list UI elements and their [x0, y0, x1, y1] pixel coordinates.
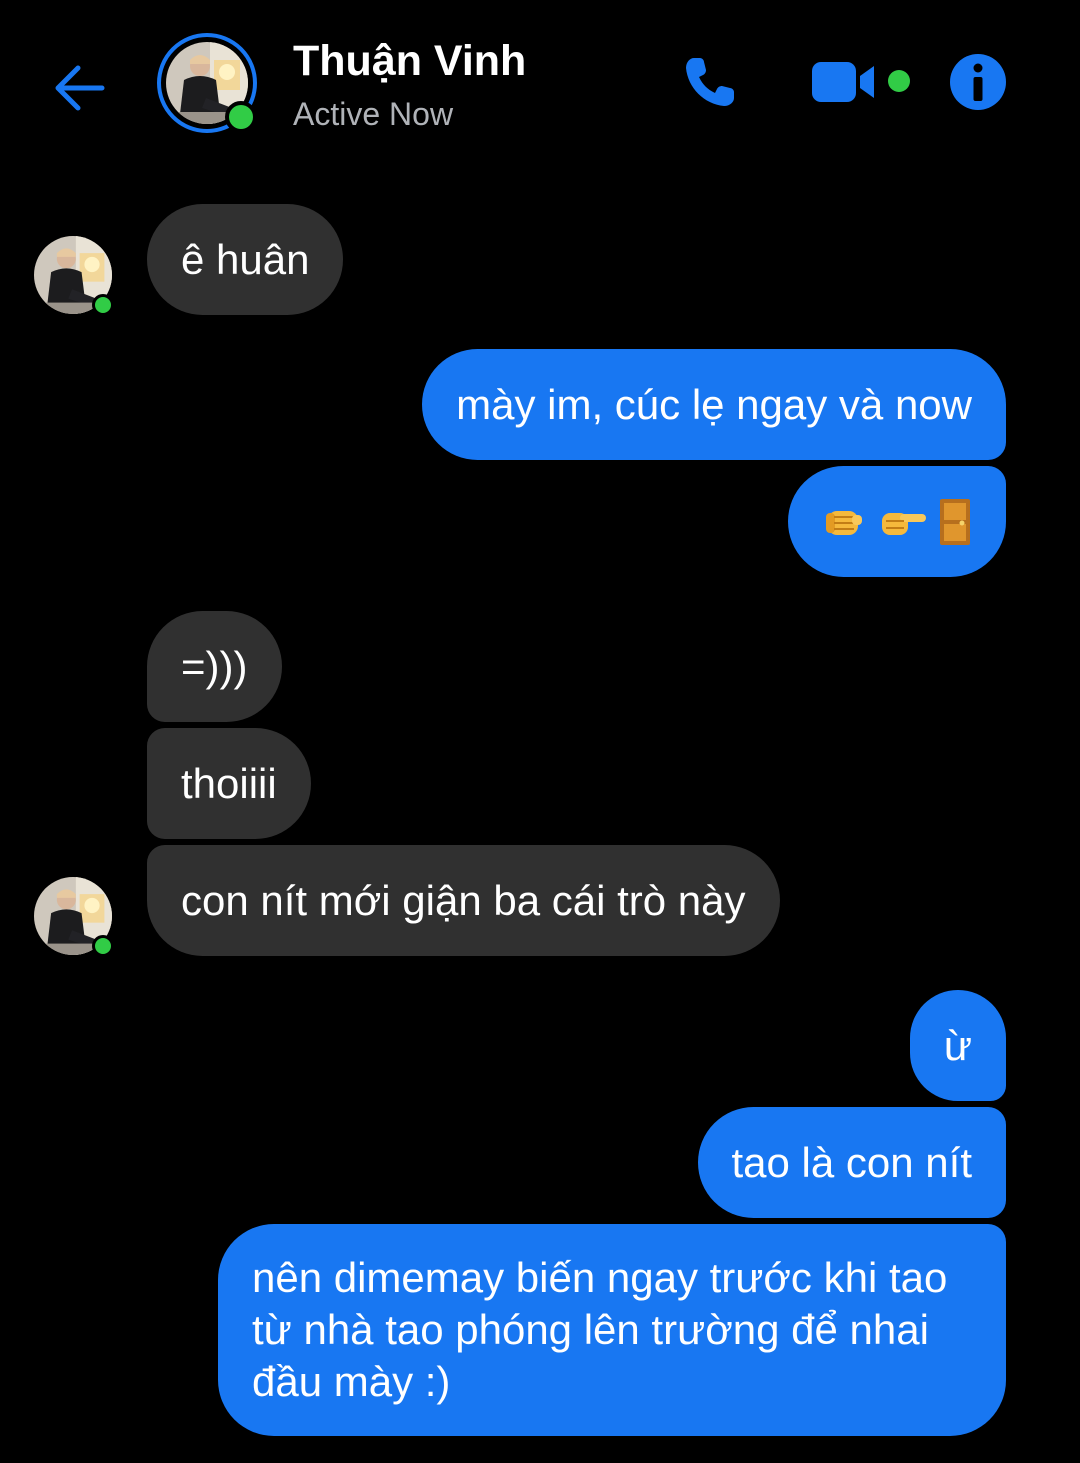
- contact-status: Active Now: [293, 96, 454, 132]
- video-camera-icon: [812, 62, 874, 102]
- online-indicator: [92, 935, 114, 957]
- outgoing-message[interactable]: ừ: [909, 990, 1006, 1101]
- info-icon: [950, 54, 1006, 110]
- door-icon: [940, 498, 970, 545]
- incoming-message[interactable]: ê huân: [147, 204, 344, 315]
- outgoing-message[interactable]: tao là con nít: [697, 1107, 1006, 1218]
- voice-call-button[interactable]: [680, 52, 740, 112]
- incoming-message[interactable]: thoiiii: [147, 728, 311, 839]
- message-avatar[interactable]: [34, 236, 114, 316]
- pointing-right-icon: [882, 512, 926, 535]
- phone-icon: [686, 58, 734, 106]
- online-indicator: [225, 101, 257, 133]
- online-indicator: [92, 294, 114, 316]
- oncoming-fist-icon: [826, 510, 862, 535]
- chat-header: Thuận Vinh Active Now: [0, 0, 1080, 170]
- message-avatar[interactable]: [34, 877, 114, 957]
- outgoing-message[interactable]: nên dimemay biến ngay trước khi tao từ n…: [218, 1224, 1006, 1436]
- incoming-message[interactable]: con nít mới giận ba cái trò này: [147, 845, 780, 956]
- emoji-row: [822, 497, 972, 547]
- info-button[interactable]: [948, 52, 1008, 112]
- video-call-button[interactable]: [810, 58, 880, 106]
- outgoing-message[interactable]: mày im, cúc lẹ ngay và now: [422, 349, 1006, 460]
- contact-avatar[interactable]: [157, 33, 257, 133]
- arrow-left-icon: [55, 65, 105, 111]
- incoming-message[interactable]: =))): [147, 611, 282, 722]
- video-active-dot: [888, 70, 910, 92]
- outgoing-emoji-message[interactable]: [788, 466, 1006, 577]
- back-button[interactable]: [50, 58, 110, 118]
- contact-name[interactable]: Thuận Vinh: [293, 37, 526, 86]
